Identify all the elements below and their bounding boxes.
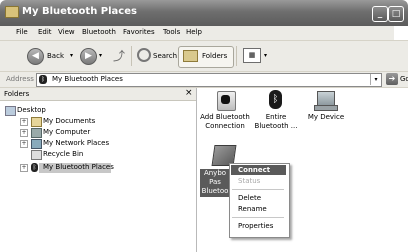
forward-arrow-icon[interactable]: ▶ <box>80 48 97 65</box>
item-label-entire-bluetooth[interactable]: Entire Bluetooth ... <box>248 113 304 131</box>
chevron-down-icon[interactable]: ▾ <box>70 52 73 59</box>
up-folder-icon[interactable]: ⤴ <box>113 47 127 63</box>
item-label-line: Pas <box>209 178 221 186</box>
menu-tools[interactable]: Tools <box>163 28 180 36</box>
tree-item-my-documents[interactable]: My Documents <box>43 117 95 128</box>
item-label-line: Bluetoo <box>201 187 229 195</box>
back-arrow-icon[interactable]: ◀ <box>27 48 44 65</box>
item-label-add-bluetooth[interactable]: Add Bluetooth Connection <box>197 113 253 131</box>
expand-icon[interactable]: + <box>20 118 28 126</box>
bluetooth-icon: ᛒ <box>31 163 38 172</box>
properties-menu-item[interactable]: Properties <box>238 222 273 230</box>
menu-favorites[interactable]: Favorites <box>123 28 155 36</box>
minimize-button[interactable]: _ <box>372 6 388 22</box>
maximize-button[interactable]: □ <box>388 6 404 22</box>
computer-icon[interactable] <box>317 91 335 106</box>
menu-bluetooth[interactable]: Bluetooth <box>82 28 116 36</box>
windows-logo-icon <box>394 26 408 40</box>
window-title: My Bluetooth Places <box>22 6 137 17</box>
desktop-icon <box>5 106 16 116</box>
item-label-line: Connection <box>205 122 245 130</box>
folder-icon <box>5 6 19 18</box>
expand-icon[interactable]: + <box>20 164 28 172</box>
address-label: Address <box>6 75 34 83</box>
menu-help[interactable]: Help <box>186 28 202 36</box>
item-label-my-device[interactable]: My Device <box>298 113 354 122</box>
tree-item-my-computer[interactable]: My Computer <box>43 128 90 139</box>
keyboard-shape <box>314 105 338 111</box>
toolbar-separator <box>236 46 237 66</box>
connect-menu-item[interactable]: Connect <box>238 166 270 174</box>
delete-menu-item[interactable]: Delete <box>238 194 261 202</box>
computer-icon <box>31 128 42 138</box>
tree-item-my-network-places[interactable]: My Network Places <box>43 139 109 150</box>
menu-file[interactable]: File <box>16 28 28 36</box>
item-label-line: Add Bluetooth <box>200 113 250 121</box>
tree-item-desktop[interactable]: Desktop <box>17 106 46 117</box>
go-button-label[interactable]: Go <box>400 75 408 83</box>
folders-pane-title: Folders <box>4 90 30 98</box>
go-arrow-icon[interactable]: ➔ <box>386 73 398 85</box>
item-label-line: Entire <box>265 113 287 121</box>
menu-edit[interactable]: Edit <box>38 28 52 36</box>
item-label-line: My Device <box>307 113 345 121</box>
bluetooth-icon: ᛒ <box>39 75 47 84</box>
close-icon[interactable]: × <box>185 88 193 98</box>
tree-item-recycle-bin[interactable]: Recycle Bin <box>43 150 83 161</box>
documents-icon <box>31 117 42 127</box>
menu-separator <box>232 217 284 218</box>
chevron-down-icon[interactable]: ▾ <box>264 52 267 59</box>
tree-item-my-bluetooth-places[interactable]: My Bluetooth Places <box>43 163 114 174</box>
menu-view[interactable]: View <box>58 28 75 36</box>
item-label-line: Anybo <box>203 169 227 177</box>
status-menu-item[interactable]: Status <box>238 177 260 185</box>
address-value: My Bluetooth Places <box>52 75 123 83</box>
expand-icon[interactable]: + <box>20 129 28 137</box>
folders-icon <box>183 50 198 62</box>
bluetooth-icon <box>221 95 230 104</box>
back-button-label[interactable]: Back <box>47 52 64 60</box>
network-icon <box>31 139 42 149</box>
menu-separator <box>232 189 284 190</box>
search-button-label[interactable]: Search <box>153 52 177 60</box>
item-label-anybody-pass[interactable]: Anybo Pas Bluetoo <box>201 169 229 196</box>
expand-icon[interactable]: + <box>20 140 28 148</box>
folders-pane-header <box>0 88 196 101</box>
chevron-down-icon[interactable]: ▾ <box>99 52 102 59</box>
rename-menu-item[interactable]: Rename <box>238 205 267 213</box>
chevron-down-icon[interactable]: ▾ <box>370 74 381 85</box>
folders-button-label: Folders <box>202 52 228 60</box>
recycle-bin-icon <box>31 150 42 160</box>
views-icon[interactable]: ▦ <box>243 48 261 63</box>
item-label-line: Bluetooth ... <box>254 122 298 130</box>
bluetooth-icon[interactable]: ᛒ <box>269 90 282 109</box>
toolbar-separator <box>131 46 132 66</box>
search-icon[interactable] <box>137 48 151 62</box>
